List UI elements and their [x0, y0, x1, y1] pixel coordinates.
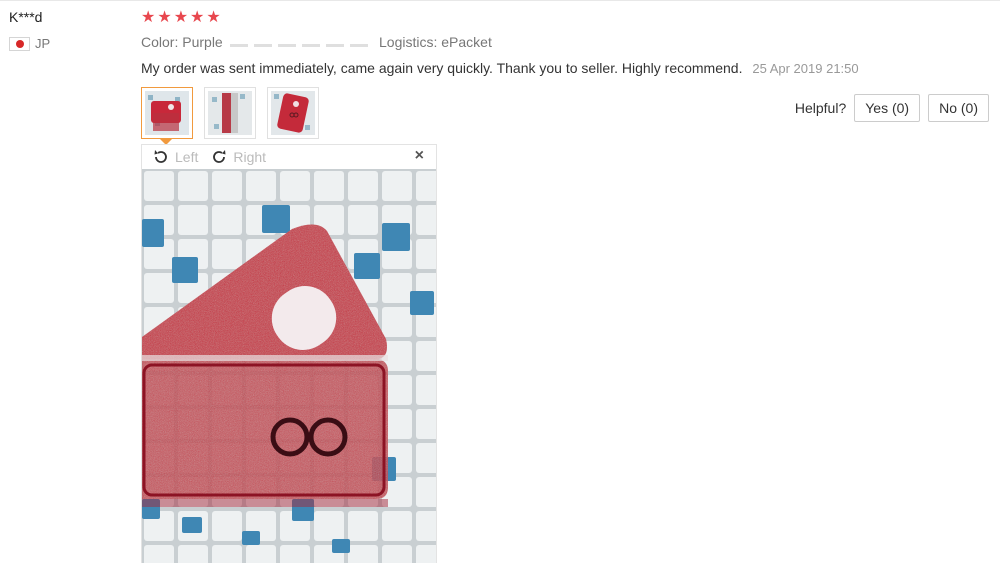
star-icon: ★ — [206, 9, 221, 26]
logistics-value: ePacket — [441, 34, 492, 50]
photo-thumbnail-1[interactable] — [141, 87, 193, 145]
star-rating: ★ ★ ★ ★ ★ — [141, 8, 221, 28]
review-photo — [142, 169, 436, 563]
review-date: 25 Apr 2019 21:50 — [752, 61, 859, 76]
helpful-label: Helpful? — [794, 100, 847, 116]
rotate-right-icon — [213, 150, 226, 163]
japan-flag-icon — [9, 36, 30, 51]
thumbnail-image — [208, 91, 252, 135]
photo-thumbnail-3[interactable] — [267, 87, 319, 139]
star-icon: ★ — [190, 9, 205, 26]
helpful-yes-button[interactable]: Yes (0) — [854, 94, 921, 122]
thumbnail-image — [145, 91, 189, 135]
color-value: Purple — [182, 34, 223, 50]
rotate-left-label: Left — [175, 149, 199, 165]
star-icon: ★ — [157, 9, 172, 26]
photo-thumbnail-2[interactable] — [204, 87, 256, 139]
country-code: JP — [35, 36, 51, 51]
rotate-left-button[interactable]: Left — [152, 148, 198, 166]
rotate-right-label: Right — [233, 149, 267, 165]
star-icon: ★ — [173, 9, 189, 26]
logistics-attribute: Logistics: ePacket — [379, 34, 492, 50]
photo-viewer: Left Right × — [141, 144, 437, 563]
review-body: My order was sent immediately, came agai… — [141, 60, 859, 76]
review-photo-thumbnails — [141, 87, 319, 145]
star-icon: ★ — [141, 9, 156, 26]
helpful-voting: Helpful? Yes (0) No (0) — [795, 94, 989, 122]
color-label: Color: — [141, 34, 179, 50]
reviewer-country: JP — [9, 36, 50, 51]
logistics-label: Logistics: — [379, 34, 438, 50]
rotate-left-icon — [154, 150, 167, 163]
review-text: My order was sent immediately, came agai… — [141, 60, 743, 76]
helpful-no-button[interactable]: No (0) — [928, 94, 989, 122]
color-attribute: Color: Purple — [141, 34, 223, 50]
close-viewer-button[interactable]: × — [415, 147, 424, 165]
reviewer-name: K***d — [9, 9, 43, 25]
top-divider — [0, 0, 1000, 1]
rotate-right-button[interactable]: Right — [210, 148, 266, 166]
photo-viewer-toolbar: Left Right × — [142, 145, 436, 169]
redacted-text — [230, 44, 370, 47]
thumbnail-image — [271, 91, 315, 135]
